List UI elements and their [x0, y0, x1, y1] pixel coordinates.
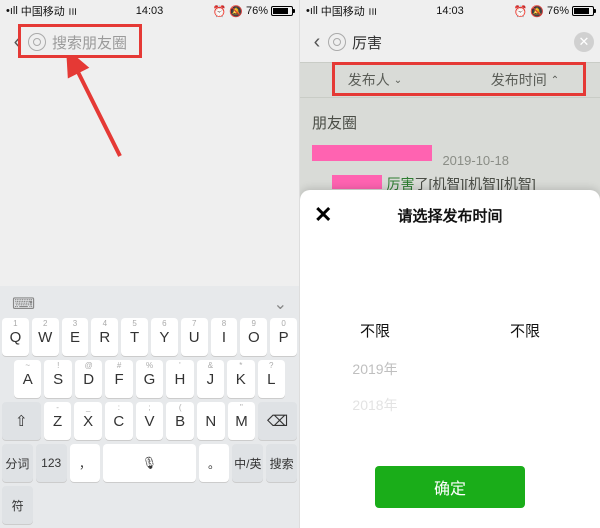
confirm-button[interactable]: 确定 — [375, 466, 525, 508]
battery-icon — [271, 6, 293, 16]
status-bar: •ıll 中国移动 14:03 ⏰ 🔕 76% — [300, 0, 600, 22]
key-l[interactable]: ?L — [258, 360, 285, 398]
dnd-icon: 🔕 — [530, 5, 544, 18]
picker-col-end[interactable]: 不限 — [460, 310, 590, 423]
filter-tabs: 发布人 ⌄ 发布时间 ⌃ — [300, 62, 600, 98]
key-row-5: 符 — [2, 486, 297, 524]
key-k[interactable]: *K — [227, 360, 254, 398]
wifi-icon — [68, 5, 76, 17]
signal-icon: •ıll — [6, 5, 18, 17]
key-z[interactable]: -Z — [44, 402, 72, 440]
mic-icon: 🎙 — [142, 456, 157, 470]
key-backspace[interactable]: ⌫ — [258, 402, 297, 440]
tab-time-label: 发布时间 — [491, 70, 547, 90]
sheet-title: 请选择发布时间 — [397, 205, 502, 226]
key-row-4: 分词 123 ， 🎙 。 中/英 搜索 — [2, 444, 297, 482]
redacted-text — [332, 175, 382, 189]
key-d[interactable]: @D — [75, 360, 102, 398]
key-f[interactable]: #F — [105, 360, 132, 398]
status-bar: •ıll 中国移动 14:03 ⏰ 🔕 76% — [0, 0, 299, 22]
key-123[interactable]: 123 — [36, 444, 67, 482]
phone-left: •ıll 中国移动 14:03 ⏰ 🔕 76% ‹ 搜索朋友圈 ⌨ ⌄ — [0, 0, 300, 528]
moments-search-icon — [328, 33, 346, 51]
picker-col-start[interactable]: 不限 2019年 2018年 — [310, 310, 440, 423]
key-x[interactable]: _X — [74, 402, 102, 440]
key-v[interactable]: ;V — [136, 402, 164, 440]
tab-publisher-label: 发布人 — [348, 70, 390, 90]
dnd-icon: 🔕 — [229, 5, 243, 18]
alarm-icon: ⏰ — [213, 5, 227, 18]
key-q[interactable]: 1Q — [2, 318, 29, 356]
key-sym[interactable]: 符 — [2, 486, 33, 524]
key-g[interactable]: %G — [136, 360, 163, 398]
key-s[interactable]: !S — [44, 360, 71, 398]
clock: 14:03 — [436, 5, 464, 17]
picker-value: 不限 — [310, 310, 440, 351]
post-date: 2019-10-18 — [442, 153, 509, 168]
back-button[interactable]: ‹ — [6, 31, 28, 54]
key-w[interactable]: 2W — [32, 318, 59, 356]
key-t[interactable]: 5T — [121, 318, 148, 356]
chevron-down-icon: ⌄ — [394, 75, 402, 86]
picker-option: 2019年 — [310, 351, 440, 387]
key-space[interactable]: 🎙 — [103, 444, 195, 482]
key-a[interactable]: ~A — [14, 360, 41, 398]
battery-icon — [572, 6, 594, 16]
sheet-close-button[interactable]: ✕ — [314, 202, 332, 228]
tab-publisher[interactable]: 发布人 ⌄ — [300, 63, 450, 97]
section-moments-title: 朋友圈 — [300, 98, 600, 141]
picker-option: 2018年 — [310, 387, 440, 423]
empty-results-area — [0, 62, 299, 302]
keyboard-switch-icon[interactable]: ⌨ — [12, 294, 35, 314]
wifi-icon — [368, 5, 376, 17]
date-picker-sheet: ✕ 请选择发布时间 不限 2019年 2018年 不限 确定 — [300, 190, 600, 528]
key-o[interactable]: 9O — [240, 318, 267, 356]
chevron-up-icon: ⌃ — [551, 75, 559, 86]
date-picker-wheels[interactable]: 不限 2019年 2018年 不限 — [300, 310, 600, 423]
back-button[interactable]: ‹ — [306, 31, 328, 54]
key-u[interactable]: 7U — [181, 318, 208, 356]
picker-value: 不限 — [460, 310, 590, 351]
battery-pct: 76% — [246, 5, 268, 17]
key-e[interactable]: 3E — [62, 318, 89, 356]
key-m[interactable]: "M — [228, 402, 256, 440]
key-search[interactable]: 搜索 — [266, 444, 297, 482]
key-y[interactable]: 6Y — [151, 318, 178, 356]
signal-icon: •ıll — [306, 5, 318, 17]
clock: 14:03 — [136, 5, 164, 17]
search-header: ‹ 厉害 ✕ — [300, 22, 600, 62]
search-input[interactable]: 搜索朋友圈 — [52, 32, 293, 53]
key-shift[interactable]: ⇧ — [2, 402, 41, 440]
key-h[interactable]: 'H — [166, 360, 193, 398]
search-header: ‹ 搜索朋友圈 — [0, 22, 299, 62]
keyboard: ⌨ ⌄ 1Q2W3E4R5T6Y7U8I9O0P ~A!S@D#F%G'H&J*… — [0, 286, 299, 528]
clear-search-button[interactable]: ✕ — [574, 32, 594, 52]
key-r[interactable]: 4R — [91, 318, 118, 356]
phone-right: •ıll 中国移动 14:03 ⏰ 🔕 76% ‹ 厉害 ✕ 发布人 ⌄ — [300, 0, 600, 528]
search-input[interactable]: 厉害 — [352, 32, 574, 53]
alarm-icon: ⏰ — [514, 5, 528, 18]
key-lang[interactable]: 中/英 — [232, 444, 263, 482]
key-p[interactable]: 0P — [270, 318, 297, 356]
carrier-label: 中国移动 — [21, 3, 65, 19]
key-comma[interactable]: ， — [70, 444, 101, 482]
tab-publish-time[interactable]: 发布时间 ⌃ — [450, 63, 600, 97]
key-row-1: 1Q2W3E4R5T6Y7U8I9O0P — [2, 318, 297, 356]
key-c[interactable]: :C — [105, 402, 133, 440]
redacted-name — [312, 145, 432, 161]
key-i[interactable]: 8I — [211, 318, 238, 356]
key-j[interactable]: &J — [197, 360, 224, 398]
moments-search-icon — [28, 33, 46, 51]
key-segment[interactable]: 分词 — [2, 444, 33, 482]
carrier-label: 中国移动 — [321, 3, 365, 19]
battery-pct: 76% — [547, 5, 569, 17]
key-n[interactable]: N — [197, 402, 225, 440]
key-row-2: ~A!S@D#F%G'H&J*K?L — [2, 360, 297, 398]
key-row-3: ⇧-Z_X:C;V(BN"M⌫ — [2, 402, 297, 440]
key-b[interactable]: (B — [166, 402, 194, 440]
key-period[interactable]: 。 — [199, 444, 230, 482]
keyboard-collapse-icon[interactable]: ⌄ — [274, 294, 287, 314]
